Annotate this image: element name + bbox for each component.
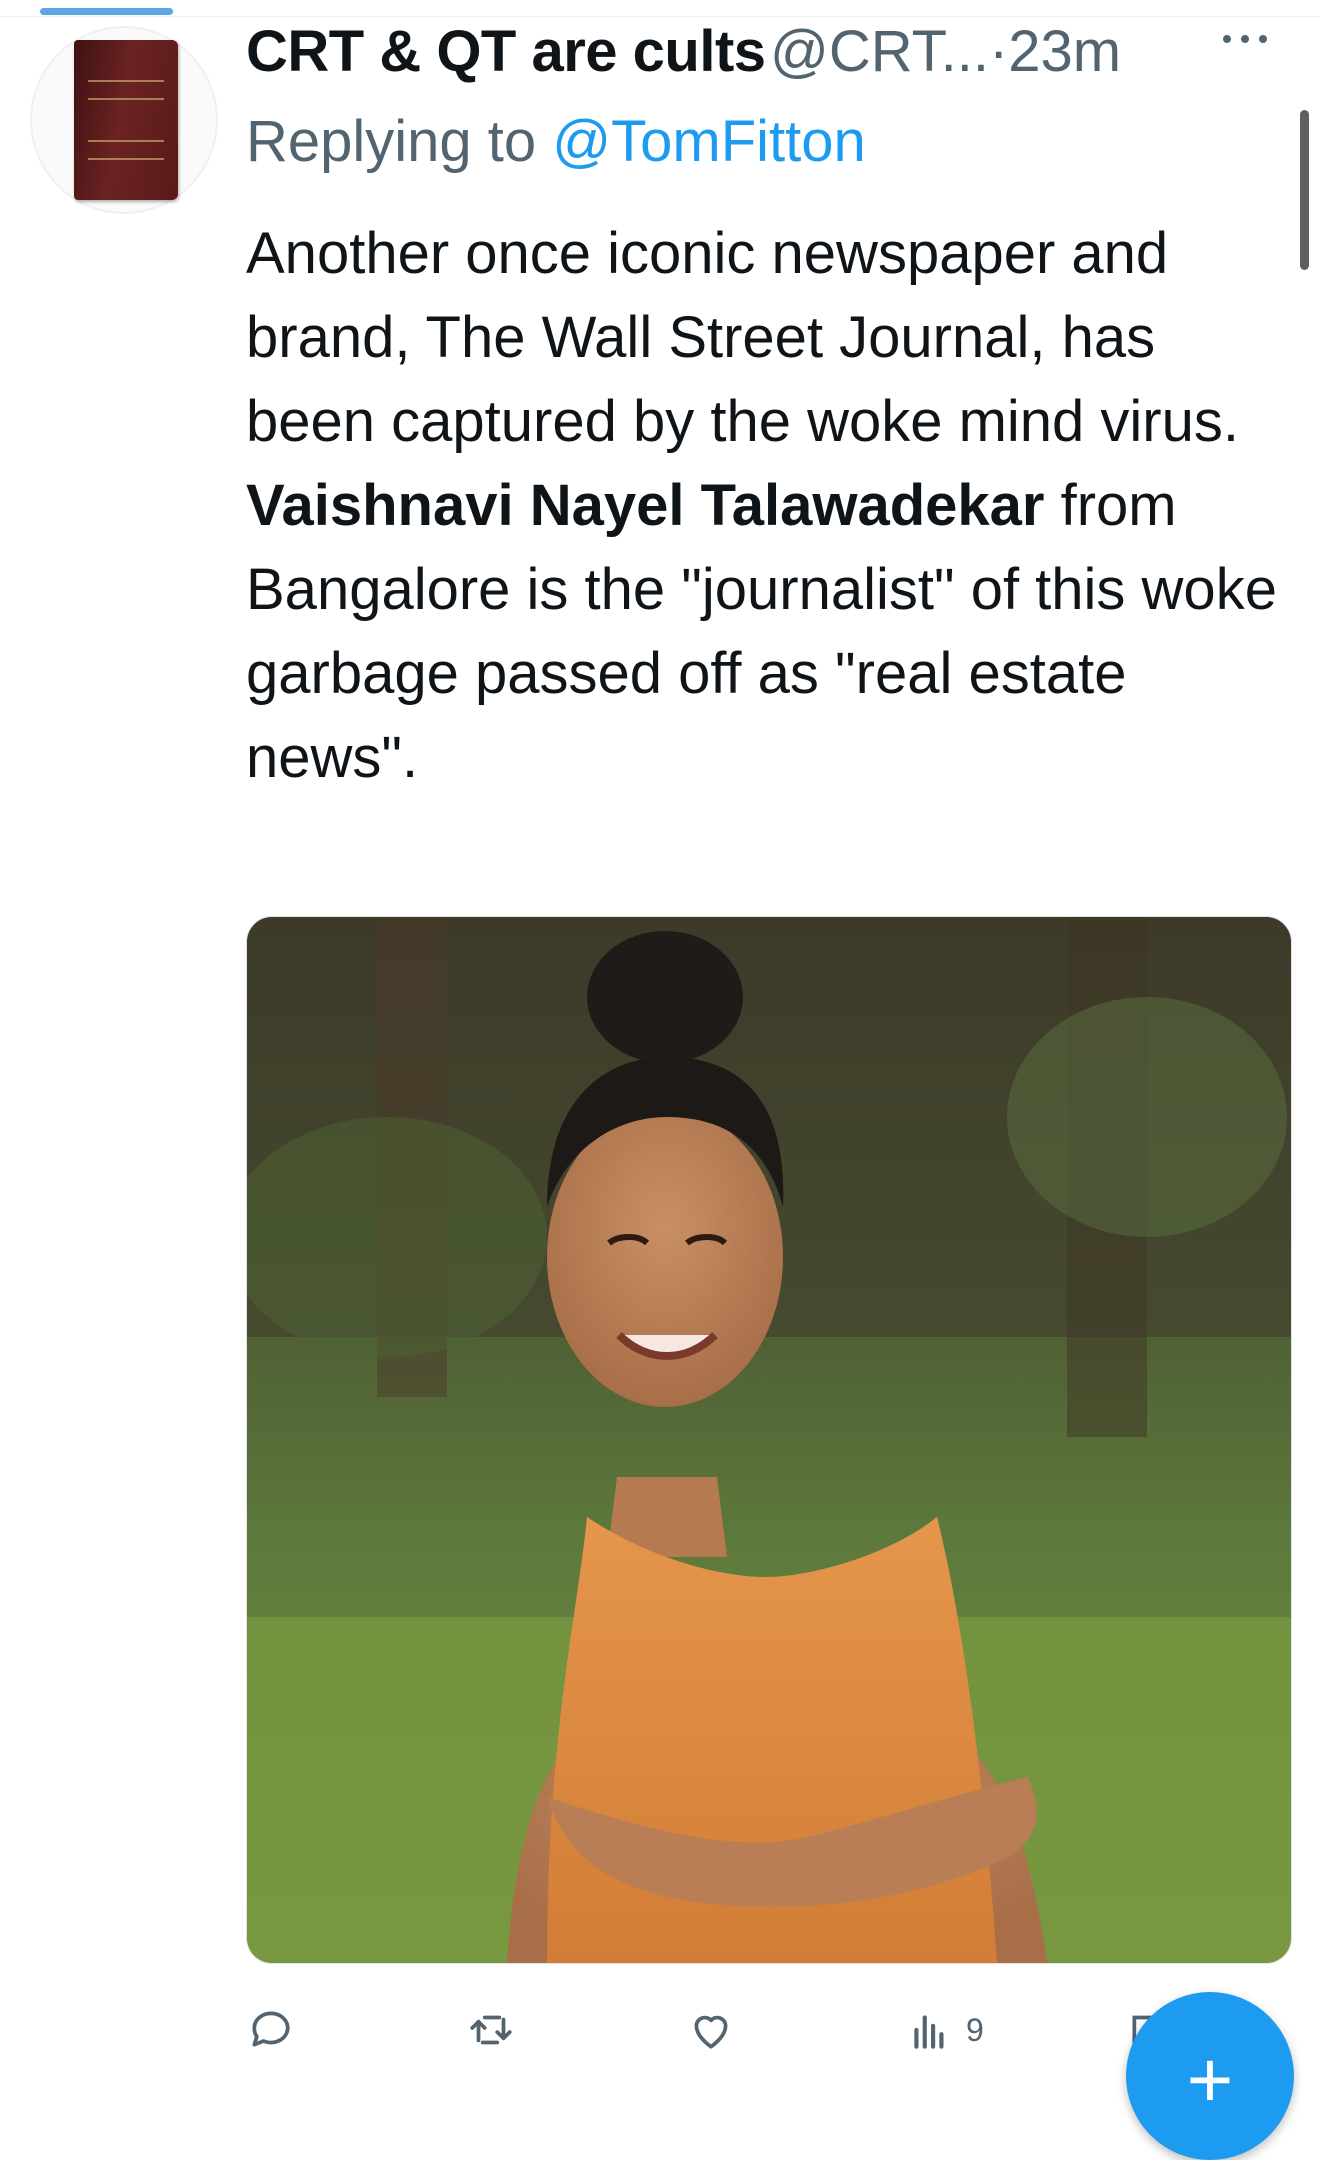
reply-icon [252, 2011, 290, 2047]
tab-indicator [40, 8, 173, 15]
compose-plus-icon: + [1186, 2035, 1234, 2124]
views-button[interactable]: 9 [906, 2000, 984, 2060]
timestamp[interactable]: 23m [1008, 19, 1121, 84]
tweet-body-paragraph-1: Another once iconic newspaper and brand,… [246, 221, 1239, 454]
separator-dot: · [988, 19, 1009, 84]
tweet-body: Another once iconic newspaper and brand,… [246, 212, 1296, 800]
avatar[interactable] [30, 26, 218, 214]
compose-button[interactable]: + [1126, 1992, 1294, 2160]
replying-to: Replying to @TomFitton [246, 108, 866, 175]
views-icon [914, 2015, 944, 2049]
user-handle[interactable]: @CRT... [770, 19, 989, 84]
bold-name: Vaishnavi Nayel Talawadekar [246, 473, 1045, 538]
tweet-photo[interactable] [246, 916, 1292, 1964]
retweet-button[interactable] [466, 2000, 516, 2060]
more-options-icon[interactable] [1218, 30, 1282, 54]
divider [0, 16, 1320, 17]
like-icon [694, 2015, 728, 2049]
views-count: 9 [966, 2011, 984, 2048]
photo-of-woman-icon [247, 917, 1291, 1963]
reply-to-handle-link[interactable]: @TomFitton [552, 109, 866, 174]
reply-button[interactable] [246, 2000, 296, 2060]
book-cover-image [74, 40, 178, 200]
scrollbar[interactable] [1300, 110, 1309, 270]
replying-label: Replying to [246, 109, 537, 174]
like-button[interactable] [686, 2000, 736, 2060]
retweet-icon [470, 2015, 512, 2045]
display-name[interactable]: CRT & QT are cults [246, 19, 766, 84]
tweet-header: CRT & QT are cults @CRT...·23m [246, 18, 1206, 90]
tweet-body-paragraph-2: Vaishnavi Nayel Talawadekar from Bangalo… [246, 464, 1296, 800]
